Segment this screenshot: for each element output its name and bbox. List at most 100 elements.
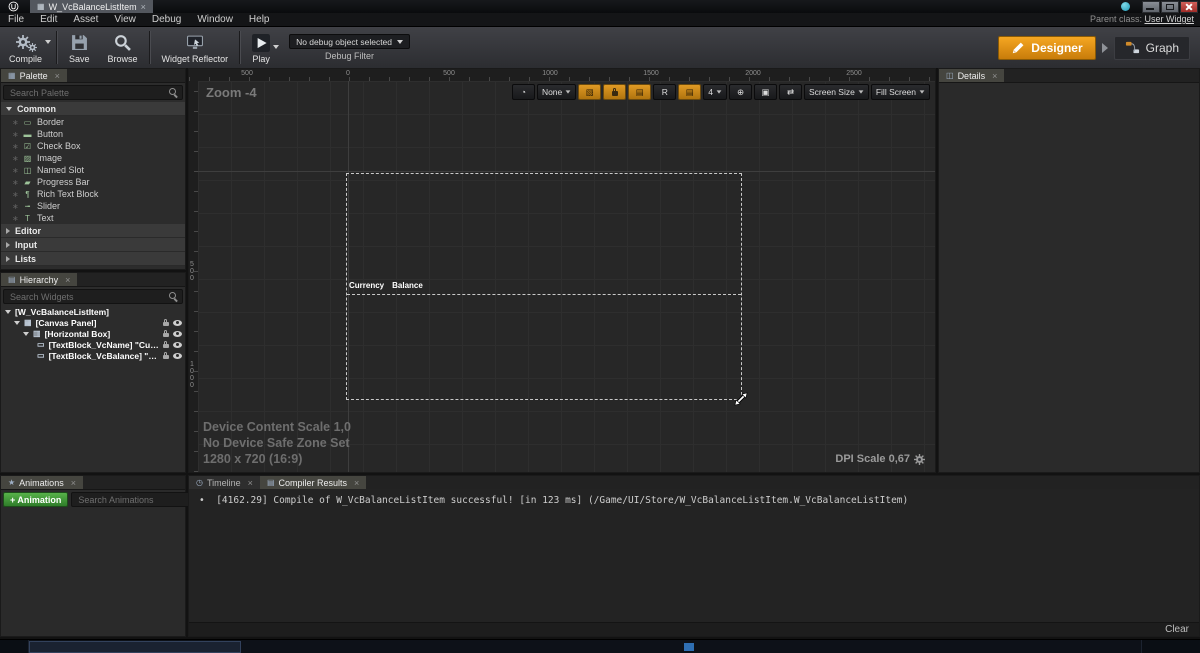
palette-item-rich-text-block[interactable]: ∗¶Rich Text Block bbox=[1, 188, 185, 200]
palette-category-common[interactable]: Common bbox=[1, 102, 185, 116]
close-icon[interactable]: × bbox=[55, 71, 60, 81]
help-icon[interactable] bbox=[1121, 2, 1130, 11]
palette-item-progress-bar[interactable]: ∗▰Progress Bar bbox=[1, 176, 185, 188]
transform-mode-button[interactable]: ⊕ bbox=[729, 84, 752, 100]
chevron-down-icon[interactable] bbox=[5, 310, 11, 314]
palette-item-button[interactable]: ∗▬Button bbox=[1, 128, 185, 140]
visibility-eye-icon[interactable] bbox=[173, 353, 182, 359]
flow-direction-dropdown[interactable]: None bbox=[537, 84, 576, 100]
close-icon[interactable]: × bbox=[141, 2, 146, 12]
hierarchy-row-textblock-vcbalance[interactable]: ▭ [TextBlock_VcBalance] "Balance bbox=[1, 350, 185, 361]
resize-cursor-icon[interactable] bbox=[734, 392, 748, 406]
menu-asset[interactable]: Asset bbox=[65, 13, 106, 26]
minimize-button[interactable] bbox=[1142, 1, 1160, 13]
debug-object-dropdown[interactable]: No debug object selected bbox=[289, 34, 410, 49]
asset-tab-label: W_VcBalanceListItem bbox=[49, 2, 137, 12]
palette-item-image[interactable]: ∗▨Image bbox=[1, 152, 185, 164]
tab-compiler-results[interactable]: ▤ Compiler Results × bbox=[260, 476, 366, 489]
lock-icon[interactable] bbox=[163, 344, 169, 349]
compile-button[interactable]: Compile bbox=[0, 31, 51, 65]
hierarchy-row-root[interactable]: [W_VcBalanceListItem] bbox=[1, 306, 185, 317]
dpi-scale-bar: DPI Scale 0,67 bbox=[835, 453, 925, 465]
visibility-eye-icon[interactable] bbox=[173, 331, 182, 337]
taskbar-app-indicator[interactable] bbox=[684, 643, 694, 651]
close-icon[interactable]: × bbox=[248, 478, 253, 488]
palette-item-named-slot[interactable]: ∗◫Named Slot bbox=[1, 164, 185, 176]
fill-screen-dropdown[interactable]: Fill Screen bbox=[871, 84, 930, 100]
device-content-scale-label: Device Content Scale 1,0 bbox=[203, 419, 351, 435]
palette-category-input[interactable]: Input bbox=[1, 238, 185, 252]
taskbar-tray[interactable] bbox=[1141, 640, 1200, 653]
menu-file[interactable]: File bbox=[0, 13, 32, 26]
preview-background-button[interactable]: ▣ bbox=[754, 84, 777, 100]
tab-hierarchy[interactable]: ▤ Hierarchy × bbox=[1, 273, 77, 286]
dashed-outline-toggle[interactable]: ▤ bbox=[678, 84, 701, 100]
currency-text-widget[interactable]: Currency bbox=[349, 281, 384, 290]
palette-category-editor[interactable]: Editor bbox=[1, 224, 185, 238]
menu-edit[interactable]: Edit bbox=[32, 13, 65, 26]
clear-button[interactable]: Clear bbox=[1165, 624, 1189, 635]
chevron-down-icon[interactable] bbox=[45, 40, 51, 44]
asset-tab[interactable]: ▦ W_VcBalanceListItem × bbox=[30, 0, 153, 13]
chevron-down-icon[interactable] bbox=[273, 45, 279, 49]
screen-size-dropdown[interactable]: Screen Size bbox=[804, 84, 869, 100]
widget-selection-outline[interactable]: Currency Balance bbox=[346, 173, 742, 400]
design-canvas[interactable]: Currency Balance bbox=[198, 81, 935, 472]
visibility-eye-icon[interactable] bbox=[173, 320, 182, 326]
maximize-button[interactable] bbox=[1161, 1, 1179, 13]
localization-preview-button[interactable]: ◔ bbox=[512, 84, 535, 100]
menu-help[interactable]: Help bbox=[241, 13, 278, 26]
browse-button[interactable]: Browse bbox=[99, 27, 147, 68]
widget-preview-text[interactable]: Currency Balance bbox=[349, 281, 423, 290]
taskbar-window-button[interactable] bbox=[29, 641, 241, 653]
chevron-down-icon[interactable] bbox=[23, 332, 29, 336]
tab-timeline[interactable]: ◷ Timeline × bbox=[189, 476, 260, 489]
results-header: ◷ Timeline × ▤ Compiler Results × bbox=[189, 476, 1199, 490]
gear-icon[interactable] bbox=[914, 454, 925, 465]
add-animation-button[interactable]: + Animation bbox=[3, 492, 68, 507]
mirror-button[interactable]: ⇄ bbox=[779, 84, 802, 100]
close-icon[interactable]: × bbox=[71, 478, 76, 488]
grid-snap-dropdown[interactable]: 4 bbox=[703, 84, 727, 100]
widget-reflector-button[interactable]: Widget Reflector bbox=[153, 27, 238, 68]
hierarchy-row-textblock-vcname[interactable]: ▭ [TextBlock_VcName] "Currency bbox=[1, 339, 185, 350]
save-button[interactable]: Save bbox=[60, 27, 99, 68]
palette-item-text[interactable]: ∗TText bbox=[1, 212, 185, 224]
tab-details[interactable]: ◫ Details × bbox=[939, 69, 1004, 82]
parent-class-link[interactable]: User Widget bbox=[1144, 14, 1194, 24]
lock-toggle[interactable] bbox=[603, 84, 626, 100]
close-icon[interactable]: × bbox=[65, 275, 70, 285]
lock-icon[interactable] bbox=[163, 355, 169, 360]
visibility-eye-icon[interactable] bbox=[173, 342, 182, 348]
close-icon[interactable]: × bbox=[992, 71, 997, 81]
hierarchy-search-input[interactable] bbox=[8, 291, 169, 303]
lock-icon[interactable] bbox=[163, 333, 169, 338]
palette-item-slider[interactable]: ∗╼Slider bbox=[1, 200, 185, 212]
menu-debug[interactable]: Debug bbox=[144, 13, 189, 26]
chevron-down-icon[interactable] bbox=[14, 321, 20, 325]
menu-window[interactable]: Window bbox=[189, 13, 241, 26]
palette-item-border[interactable]: ∗▭Border bbox=[1, 116, 185, 128]
palette-category-lists[interactable]: Lists bbox=[1, 252, 185, 266]
menu-view[interactable]: View bbox=[106, 13, 144, 26]
balance-text-widget[interactable]: Balance bbox=[392, 281, 423, 290]
palette-search-input[interactable] bbox=[8, 87, 169, 99]
lock-icon[interactable] bbox=[163, 322, 169, 327]
log-entry[interactable]: • [4162.29] Compile of W_VcBalanceListIt… bbox=[199, 495, 908, 506]
outline-toggle[interactable]: ▤ bbox=[628, 84, 651, 100]
animations-search-input[interactable] bbox=[76, 494, 197, 506]
close-icon[interactable]: × bbox=[354, 478, 359, 488]
tab-palette[interactable]: ▦ Palette × bbox=[1, 69, 67, 82]
hierarchy-row-canvas-panel[interactable]: ▦ [Canvas Panel] bbox=[1, 317, 185, 328]
respect-locks-button[interactable]: R bbox=[653, 84, 676, 100]
toolbar-separator bbox=[56, 31, 58, 64]
fill-rule-toggle[interactable]: ▧ bbox=[578, 84, 601, 100]
close-window-button[interactable] bbox=[1180, 1, 1198, 13]
designer-viewport[interactable]: 500 0 500 1000 1500 2000 2500 5 0 0 1 0 … bbox=[188, 68, 936, 473]
hierarchy-row-horizontal-box[interactable]: ▥ [Horizontal Box] bbox=[1, 328, 185, 339]
taskbar-start-button[interactable] bbox=[0, 640, 29, 653]
graph-mode-button[interactable]: Graph bbox=[1114, 36, 1190, 60]
designer-mode-button[interactable]: Designer bbox=[998, 36, 1095, 60]
tab-animations[interactable]: ★ Animations × bbox=[1, 476, 83, 489]
palette-item-checkbox[interactable]: ∗☑Check Box bbox=[1, 140, 185, 152]
